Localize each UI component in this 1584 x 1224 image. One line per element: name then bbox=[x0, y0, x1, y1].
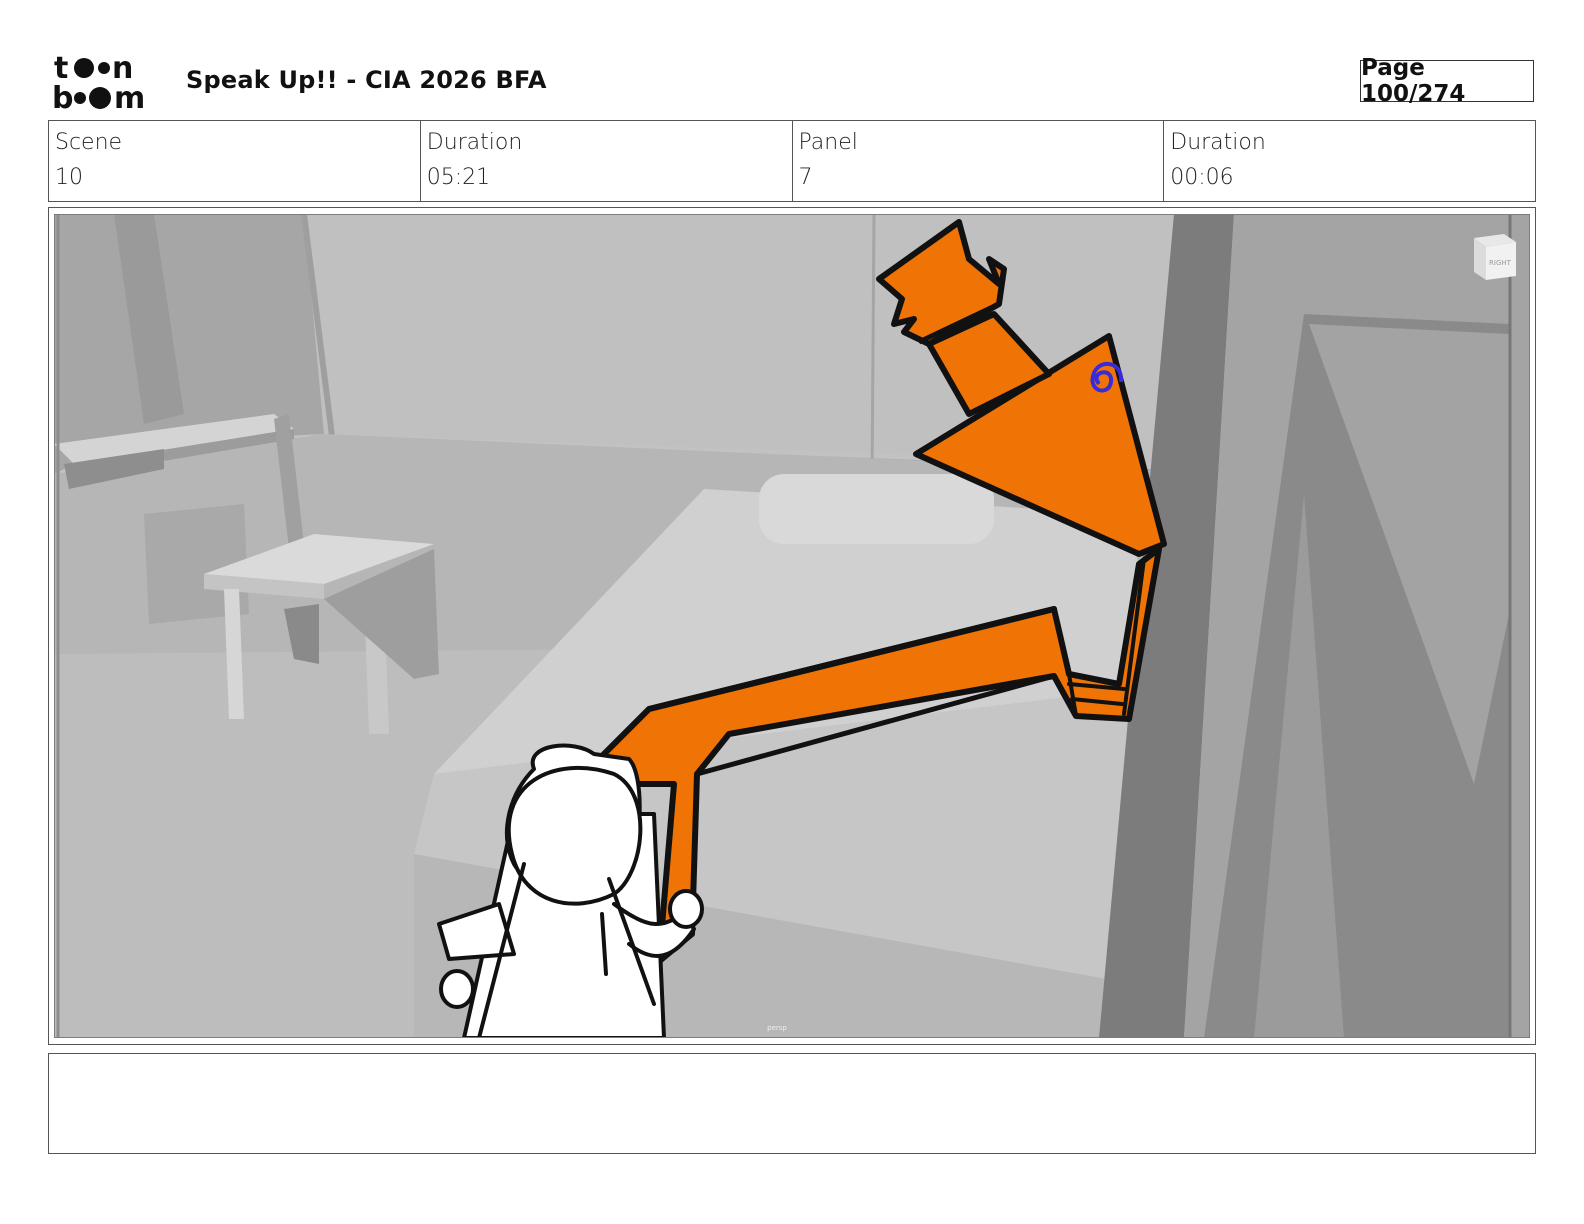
panel-duration-cell: Duration 00:06 bbox=[1164, 121, 1535, 201]
camera-label: persp bbox=[767, 1024, 787, 1032]
project-title: Speak Up!! - CIA 2026 BFA bbox=[186, 66, 547, 94]
scene-duration-label: Duration bbox=[426, 130, 523, 155]
svg-text:m: m bbox=[114, 81, 145, 112]
scene-info-table: Scene 10 Duration 05:21 Panel 7 Duration… bbox=[48, 120, 1536, 202]
storyboard-panel-frame: RIGHT persp bbox=[48, 207, 1536, 1045]
scene-duration-value: 05:21 bbox=[426, 165, 491, 190]
scene-cell: Scene 10 bbox=[49, 121, 421, 201]
panel-duration-label: Duration bbox=[1170, 130, 1266, 155]
panel-label: Panel bbox=[798, 130, 858, 155]
storyboard-panel-image: RIGHT persp bbox=[54, 214, 1530, 1038]
toon-boom-logo: t n b m bbox=[52, 51, 164, 116]
page-number: Page 100/274 bbox=[1360, 55, 1534, 107]
svg-text:b: b bbox=[52, 81, 73, 112]
panel-duration-value: 00:06 bbox=[1170, 165, 1234, 190]
panel-notes-box[interactable] bbox=[48, 1053, 1536, 1154]
view-cube: RIGHT bbox=[1474, 234, 1516, 280]
scene-value: 10 bbox=[55, 165, 83, 190]
pillow bbox=[759, 474, 994, 544]
view-cube-label: RIGHT bbox=[1489, 259, 1512, 267]
scene-label: Scene bbox=[55, 130, 123, 155]
scene-duration-cell: Duration 05:21 bbox=[421, 121, 793, 201]
panel-cell: Panel 7 bbox=[793, 121, 1165, 201]
door-frame bbox=[1099, 214, 1530, 1038]
panel-value: 7 bbox=[798, 165, 813, 190]
